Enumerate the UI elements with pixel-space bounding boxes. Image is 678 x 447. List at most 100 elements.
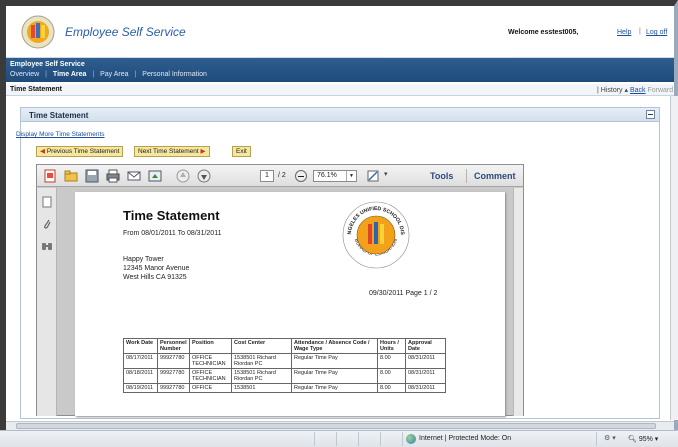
- chevron-down-icon[interactable]: ▼: [346, 171, 356, 181]
- statusbar-divider: [402, 432, 403, 446]
- security-zone[interactable]: Internet | Protected Mode: On: [419, 435, 511, 442]
- table-cell: 99927780: [157, 383, 190, 393]
- horizontal-scrollbar[interactable]: [6, 421, 674, 430]
- statusbar-divider: [358, 432, 359, 446]
- comment-button[interactable]: Comment: [474, 171, 516, 181]
- arrow-left-icon: ◀: [40, 148, 47, 155]
- column-header: Work Date: [123, 338, 158, 354]
- nav-separator: |: [134, 71, 137, 78]
- collapse-icon[interactable]: [646, 110, 655, 119]
- table-cell: OFFICE TECHNICIAN: [189, 368, 232, 384]
- save-icon[interactable]: [85, 169, 99, 183]
- tools-button[interactable]: Tools: [430, 171, 453, 181]
- logoff-link[interactable]: Log off: [646, 29, 667, 36]
- top-navigation: Employee Self Service Overview | Time Ar…: [6, 58, 674, 82]
- statusbar-divider: [596, 432, 597, 446]
- nav-item-time-area[interactable]: Time Area: [53, 71, 86, 78]
- date-page-label: 09/30/2011 Page 1 / 2: [369, 290, 438, 297]
- page-number-input[interactable]: 1: [260, 170, 274, 182]
- table-row: 08/18/2011 99927780 OFFICE TECHNICIAN 15…: [123, 368, 446, 384]
- browser-zoom-value: 95%: [638, 436, 653, 443]
- email-icon[interactable]: [127, 169, 141, 183]
- nav-item-personal-information[interactable]: Personal Information: [142, 71, 207, 78]
- address-line: Happy Tower: [123, 256, 164, 263]
- app-title: Employee Self Service: [65, 25, 186, 39]
- help-link[interactable]: Help: [617, 29, 631, 36]
- district-logo-icon: [21, 15, 55, 49]
- table-cell: 8.00: [377, 368, 406, 384]
- share-icon[interactable]: [148, 169, 162, 183]
- next-statement-label: Next Time Statement: [138, 148, 199, 155]
- attachments-icon[interactable]: [41, 218, 53, 230]
- table-header-row: Work Date Personnel Number Position Cost…: [123, 338, 446, 354]
- previous-statement-button[interactable]: ◀ Previous Time Statement: [36, 146, 124, 157]
- display-more-link[interactable]: Display More Time Statements: [16, 131, 105, 138]
- link-separator: |: [639, 28, 641, 35]
- nav-item-overview[interactable]: Overview: [10, 71, 39, 78]
- exit-button[interactable]: Exit: [232, 146, 251, 157]
- nav-separator: |: [45, 71, 47, 78]
- toolbar-divider: [466, 169, 467, 183]
- create-pdf-icon[interactable]: [43, 169, 57, 183]
- table-cell: 8.00: [377, 353, 406, 369]
- table-cell: 08/18/2011: [123, 368, 158, 384]
- forward-link[interactable]: Forward: [647, 87, 673, 94]
- table-cell: Regular Time Pay: [291, 368, 378, 384]
- district-seal-icon: LOS ANGELES UNIFIED SCHOOL DISTRICT BOAR…: [341, 200, 410, 269]
- arrow-right-icon: ▶: [198, 148, 206, 155]
- ess-header: Employee Self Service Welcome esstest005…: [6, 6, 674, 58]
- column-header: Cost Center: [231, 338, 292, 354]
- table-cell: 08/17/2011: [123, 353, 158, 369]
- print-icon[interactable]: [106, 169, 120, 183]
- fit-page-icon[interactable]: [366, 169, 380, 183]
- table-row: 08/17/2011 99927780 OFFICE TECHNICIAN 15…: [123, 353, 446, 369]
- search-icon[interactable]: [41, 240, 53, 252]
- column-header: Attendance / Absence Code / Wage Type: [291, 338, 378, 354]
- globe-icon: [406, 434, 416, 444]
- pdf-toolbar: 1 / 2 76.1% ▼ ▾ Tools Comment: [37, 165, 523, 187]
- pdf-viewer: 1 / 2 76.1% ▼ ▾ Tools Comment Time Statem…: [36, 164, 524, 416]
- nav-title: Employee Self Service: [10, 61, 85, 68]
- table-cell: 08/31/2011: [405, 353, 446, 369]
- nav-items: Overview | Time Area | Pay Area | Person…: [10, 71, 211, 78]
- welcome-text: Welcome esstest005,: [508, 29, 579, 36]
- browser-status-bar: Internet | Protected Mode: On ⚙ ▾ 🔍︎ 95%…: [0, 430, 678, 447]
- tray-header: Time Statement: [21, 108, 659, 122]
- page-total: / 2: [278, 172, 286, 179]
- table-cell: 1538501 Richard Riordan PC: [231, 368, 292, 384]
- document-period: From 08/01/2011 To 08/31/2011: [123, 230, 222, 237]
- back-link[interactable]: Back: [630, 87, 646, 94]
- table-cell: 99927780: [157, 368, 190, 384]
- magnifier-icon: 🔍︎: [628, 436, 639, 443]
- column-header: Personnel Number: [157, 338, 190, 354]
- content-scrollbar[interactable]: [670, 96, 678, 420]
- table-cell: OFFICE TECHNICIAN: [189, 353, 232, 369]
- address-line: West Hills CA 91325: [123, 274, 187, 281]
- next-statement-button[interactable]: Next Time Statement ▶: [134, 146, 210, 157]
- zoom-value: 76.1%: [317, 172, 337, 179]
- history-menu[interactable]: History: [601, 87, 623, 94]
- zoom-out-icon[interactable]: [295, 170, 307, 182]
- page-title-bar: Time Statement | History ▴ Back Forward: [6, 84, 674, 96]
- more-tools-dropdown-icon[interactable]: ▾: [384, 170, 388, 178]
- column-header: Hours / Units: [377, 338, 406, 354]
- next-page-icon[interactable]: [197, 169, 211, 183]
- column-header: Approval Date: [405, 338, 446, 354]
- nav-item-pay-area[interactable]: Pay Area: [100, 71, 128, 78]
- pdf-scrollbar[interactable]: [513, 188, 523, 416]
- open-icon[interactable]: [64, 169, 78, 183]
- document-title: Time Statement: [123, 208, 220, 223]
- browser-zoom[interactable]: 🔍︎ 95% ▾: [628, 435, 658, 443]
- pages-icon[interactable]: [41, 196, 53, 208]
- pdf-sidebar: [37, 188, 57, 416]
- zoom-select[interactable]: 76.1% ▼: [313, 170, 357, 182]
- table-cell: 08/19/2011: [123, 383, 158, 393]
- zoom-settings-icon[interactable]: ⚙ ▾: [604, 434, 616, 442]
- prev-page-icon[interactable]: [176, 169, 190, 183]
- column-header: Position: [189, 338, 232, 354]
- scrollbar-thumb[interactable]: [16, 423, 656, 429]
- table-row: 08/19/2011 99927780 OFFICE 1538501 Regul…: [123, 383, 446, 393]
- table-cell: OFFICE: [189, 383, 232, 393]
- statusbar-divider: [336, 432, 337, 446]
- address-line: 12345 Manor Avenue: [123, 265, 190, 272]
